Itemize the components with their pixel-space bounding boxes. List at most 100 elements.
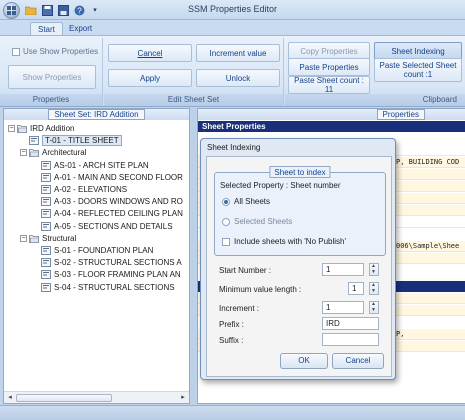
tree-item-sheet[interactable]: S-02 - STRUCTURAL SECTIONS A [32, 257, 182, 268]
tree-item-sheet[interactable]: A-04 - REFLECTED CEILING PLAN [32, 208, 183, 219]
tree-item-label: S-01 - FOUNDATION PLAN [54, 246, 154, 255]
properties-group: Use Show Properties Show Properties Prop… [0, 38, 103, 106]
cancel-button[interactable]: Cancel [108, 44, 192, 62]
tree-item-label: A-05 - SECTIONS AND DETAILS [54, 221, 173, 231]
use-show-properties-checkbox[interactable]: Use Show Properties [12, 47, 98, 56]
scroll-left-icon[interactable]: ◂ [5, 393, 15, 403]
tree-item-label: A-01 - MAIN AND SECOND FLOOR [54, 172, 183, 182]
tree-item-label: S-04 - STRUCTURAL SECTIONS [54, 282, 175, 292]
tree-item-sheet[interactable]: A-05 - SECTIONS AND DETAILS [32, 221, 173, 232]
tab-export[interactable]: Export [62, 22, 99, 36]
min-length-spinner[interactable] [369, 282, 379, 295]
dialog-title: Sheet Indexing [207, 143, 261, 152]
status-bar [0, 405, 465, 420]
start-number-label: Start Number : [219, 266, 272, 275]
tree-item-folder[interactable]: − Architectural [20, 147, 86, 158]
include-no-publish-label: Include sheets with 'No Publish' [234, 237, 347, 246]
sheet-set-caption-bar: Sheet Set: IRD Addition [4, 109, 189, 120]
sheet-icon [41, 185, 51, 194]
checkbox-box [222, 237, 230, 246]
apply-button[interactable]: Apply [108, 69, 192, 87]
tab-start[interactable]: Start [30, 22, 63, 36]
collapse-icon[interactable]: − [20, 234, 27, 242]
ribbon: Use Show Properties Show Properties Prop… [0, 35, 465, 107]
folder-icon [29, 149, 39, 158]
increment-spinner[interactable] [369, 301, 379, 314]
tree-item-sheet[interactable]: S-03 - FLOOR FRAMING PLAN AN [32, 269, 181, 280]
tree-item-sheet[interactable]: A-02 - ELEVATIONS [32, 184, 127, 195]
sheet-set-caption: Sheet Set: IRD Addition [48, 109, 145, 120]
paste-selected-sheet-button[interactable]: Paste Selected Sheet count :1 [374, 58, 462, 82]
tree-item-label: A-04 - REFLECTED CEILING PLAN [54, 209, 183, 219]
suffix-label: Suffix : [219, 336, 244, 345]
sheet-properties-header: Sheet Properties [198, 121, 465, 132]
sheet-icon [41, 160, 51, 170]
radio-selected-icon [222, 197, 230, 206]
tree-item-root[interactable]: − IRD Addition [8, 123, 74, 134]
clipboard-group-label: Clipboard [285, 94, 465, 106]
min-length-input[interactable]: 1 [348, 282, 364, 295]
panel-splitter[interactable] [191, 108, 196, 404]
selected-property-text: Selected Property : Sheet number [220, 181, 341, 190]
prefix-input[interactable]: IRD [322, 317, 379, 330]
suffix-input[interactable] [322, 333, 379, 346]
horizontal-scrollbar[interactable]: ◂ ▸ [4, 391, 189, 403]
tree-item-sheet[interactable]: A-01 - MAIN AND SECOND FLOOR [32, 172, 183, 183]
tree-item-label: A-02 - ELEVATIONS [54, 185, 128, 194]
min-length-label: Minimum value length : [219, 285, 302, 294]
unlock-button[interactable]: Unlock [196, 69, 280, 87]
scroll-right-icon[interactable]: ▸ [178, 393, 188, 403]
use-show-properties-label: Use Show Properties [23, 47, 99, 56]
edit-sheet-set-group-label: Edit Sheet Set [104, 94, 283, 106]
increment-label: Increment : [219, 304, 260, 313]
ribbon-tab-bar: Start Export [0, 20, 465, 36]
tree-item-sheet[interactable]: AS-01 - ARCH SITE PLAN [32, 160, 149, 171]
sheet-to-index-group: Sheet to index Selected Property : Sheet… [214, 166, 386, 256]
folder-icon [29, 234, 39, 243]
sheet-indexing-dialog: Sheet Indexing Sheet to index Selected P… [200, 138, 396, 380]
ok-button[interactable]: OK [280, 353, 328, 369]
all-sheets-radio[interactable]: All Sheets [222, 197, 270, 206]
collapse-icon[interactable]: − [8, 125, 15, 132]
sheet-icon [41, 221, 51, 231]
sheet-icon [41, 282, 51, 292]
tree-item-label: T-01 - TITLE SHEET [42, 135, 122, 147]
property-value: P, [396, 330, 405, 338]
selected-sheets-radio[interactable]: Selected Sheets [222, 217, 292, 226]
checkbox-box [12, 47, 20, 56]
scroll-thumb[interactable] [16, 394, 112, 402]
folder-icon [17, 125, 27, 133]
paste-sheet-count-button[interactable]: Paste Sheet count : 11 [288, 76, 370, 94]
title-bar: ? ▾ SSM Properties Editor [0, 0, 465, 20]
tree-item-label: AS-01 - ARCH SITE PLAN [54, 160, 149, 170]
selected-sheets-label: Selected Sheets [234, 217, 293, 226]
tree-item-label: Structural [42, 233, 77, 243]
tree-item-label: Architectural [42, 148, 87, 158]
tree-item-sheet[interactable]: S-04 - STRUCTURAL SECTIONS [32, 282, 175, 293]
tree-item-sheet[interactable]: A-03 - DOORS WINDOWS AND RO [32, 196, 183, 207]
include-no-publish-checkbox[interactable]: Include sheets with 'No Publish' [222, 237, 346, 246]
collapse-icon[interactable]: − [20, 149, 27, 157]
sheet-icon [41, 209, 51, 219]
tree-item-label: S-02 - STRUCTURAL SECTIONS A [54, 258, 182, 268]
tree-item-label: IRD Addition [30, 124, 75, 133]
start-number-input[interactable]: 1 [322, 263, 364, 276]
prefix-label: Prefix : [219, 320, 244, 329]
start-number-spinner[interactable] [369, 263, 379, 276]
show-properties-button[interactable]: Show Properties [8, 65, 96, 89]
increment-input[interactable]: 1 [322, 301, 364, 314]
sheet-icon [41, 258, 51, 268]
tree-item-sheet[interactable]: S-01 - FOUNDATION PLAN [32, 245, 153, 256]
clipboard-group: Copy Properties Paste Properties Paste S… [285, 38, 465, 106]
properties-caption: Properties [376, 109, 425, 120]
sheet-tree[interactable]: − IRD Addition T-01 - TITLE SHEET − Architec… [6, 123, 187, 389]
tree-item-sheet[interactable]: T-01 - TITLE SHEET [20, 135, 122, 147]
paste-properties-button[interactable]: Paste Properties [288, 58, 370, 76]
increment-value-button[interactable]: Increment value [196, 44, 280, 62]
sheet-icon [29, 136, 39, 146]
tree-item-folder[interactable]: − Structural [20, 233, 76, 244]
sheet-icon [41, 172, 51, 182]
sheet-icon [41, 197, 51, 207]
dialog-cancel-button[interactable]: Cancel [332, 353, 384, 369]
edit-sheet-set-group: Cancel Increment value Apply Unlock Edit… [104, 38, 284, 106]
